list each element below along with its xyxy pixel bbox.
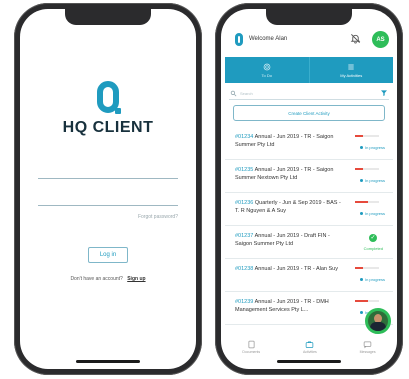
nav-messages[interactable]: Messages xyxy=(360,340,376,354)
progress-bar xyxy=(355,135,379,137)
progress-bar xyxy=(355,168,379,170)
activity-code: #01239 xyxy=(235,299,254,305)
target-icon xyxy=(263,63,271,70)
activity-code: #01238 xyxy=(235,266,254,272)
activity-code: #01234 xyxy=(235,134,254,140)
nav-documents[interactable]: Documents xyxy=(242,340,260,354)
list-item[interactable]: #01238 Annual - Jun 2019 - TR - Alan Suy… xyxy=(225,259,393,292)
status-label: In progress xyxy=(364,277,385,282)
progress-fill xyxy=(355,267,364,269)
activity-code: #01237 xyxy=(235,233,254,239)
signup-link[interactable]: Sign up xyxy=(127,276,145,282)
username-field[interactable] xyxy=(38,167,178,179)
progress-fill xyxy=(355,300,369,302)
activities-screen: Welcome Alan AS To Do My Activities Sear… xyxy=(221,9,397,369)
nav-label: Activities xyxy=(302,350,317,354)
tab-label: My Activities xyxy=(340,72,363,78)
tab-label: To Do xyxy=(261,72,272,78)
activity-title: #01236 Quarterly - Jun & Sep 2019 - BAS … xyxy=(235,200,343,215)
activity-text: Annual - Jun 2019 - TR - Alan Suy xyxy=(254,266,338,272)
status-dot-icon xyxy=(359,179,363,182)
list-item[interactable]: #01234 Annual - Jun 2019 - TR - Saigon S… xyxy=(225,127,393,160)
activity-title: #01234 Annual - Jun 2019 - TR - Saigon S… xyxy=(235,134,343,149)
user-avatar[interactable]: AS xyxy=(372,31,389,48)
nav-activities[interactable]: Activities xyxy=(303,340,317,354)
brand-title: HQ CLIENT xyxy=(62,119,154,136)
phone-notch xyxy=(65,9,151,25)
login-screen: HQ CLIENT Forgot password? Log in Don't … xyxy=(20,9,196,369)
search-icon xyxy=(230,90,237,97)
activity-list: #01234 Annual - Jun 2019 - TR - Saigon S… xyxy=(225,127,393,325)
message-icon xyxy=(363,341,372,349)
status-badge: In progress xyxy=(359,178,385,183)
phone-notch xyxy=(266,9,352,25)
tab-bar: To Do My Activities xyxy=(225,57,393,83)
login-button[interactable]: Log in xyxy=(88,247,128,263)
welcome-text: Welcome Alan xyxy=(249,36,288,42)
status-badge: In progress xyxy=(359,277,385,282)
signup-prompt: Don't have an account? xyxy=(70,276,123,282)
list-item[interactable]: #01236 Quarterly - Jun & Sep 2019 - BAS … xyxy=(225,193,393,226)
progress-fill xyxy=(355,135,364,137)
filter-icon[interactable] xyxy=(380,89,388,97)
activity-title: #01235 Annual - Jun 2019 - TR - Saigon S… xyxy=(235,167,343,182)
forgot-password-link[interactable]: Forgot password? xyxy=(138,214,178,220)
nav-label: Documents xyxy=(242,350,261,354)
list-item[interactable]: #01235 Annual - Jun 2019 - TR - Saigon S… xyxy=(225,160,393,193)
status-dot-icon xyxy=(359,212,363,215)
top-bar: Welcome Alan AS xyxy=(221,25,397,53)
activity-title: #01238 Annual - Jun 2019 - TR - Alan Suy xyxy=(235,266,343,274)
status-dot-icon xyxy=(359,311,363,314)
tab-my-activities[interactable]: My Activities xyxy=(308,57,393,83)
brand-logo-icon xyxy=(97,81,121,114)
progress-fill xyxy=(355,168,364,170)
status-label: In progress xyxy=(364,145,385,150)
status-label: In progress xyxy=(364,211,385,216)
phone-activities: Welcome Alan AS To Do My Activities Sear… xyxy=(215,3,403,375)
activity-code: #01236 xyxy=(235,200,254,206)
brand-logo-icon xyxy=(235,33,243,46)
bottom-nav: Documents Activities Messages xyxy=(221,337,397,357)
activity-title: #01237 Annual - Jun 2019 - Draft FIN - S… xyxy=(235,233,343,248)
status-badge: In progress xyxy=(359,145,385,150)
showcase: HQ CLIENT Forgot password? Log in Don't … xyxy=(0,0,409,379)
progress-bar xyxy=(355,201,379,203)
create-activity-button[interactable]: Create Client Activity xyxy=(233,105,385,121)
list-item[interactable]: #01237 Annual - Jun 2019 - Draft FIN - S… xyxy=(225,226,393,259)
home-indicator xyxy=(76,360,140,363)
password-field[interactable] xyxy=(38,194,178,206)
progress-fill xyxy=(355,201,369,203)
notification-bell-icon[interactable] xyxy=(350,33,361,44)
completed-check-icon: ✓ xyxy=(369,234,377,242)
signup-row: Don't have an account? Sign up xyxy=(20,276,196,282)
tab-to-do[interactable]: To Do xyxy=(225,57,309,83)
home-indicator xyxy=(277,360,341,363)
search-placeholder: Search xyxy=(240,91,253,96)
list-icon xyxy=(348,64,354,69)
status-badge: In progress xyxy=(359,211,385,216)
activity-title: #01239 Annual - Jun 2019 - TR - DMH Mana… xyxy=(235,299,343,314)
progress-bar xyxy=(355,267,379,269)
nav-label: Messages xyxy=(359,350,376,354)
support-avatar-button[interactable] xyxy=(365,308,391,334)
person-body xyxy=(370,322,386,331)
search-bar[interactable]: Search xyxy=(229,88,389,100)
document-icon xyxy=(248,340,255,349)
progress-bar xyxy=(355,300,379,302)
activity-code: #01235 xyxy=(235,167,254,173)
status-badge: Completed xyxy=(364,246,383,251)
status-label: In progress xyxy=(364,178,385,183)
briefcase-icon xyxy=(306,341,314,348)
status-label: Completed xyxy=(363,246,383,251)
status-dot-icon xyxy=(359,146,363,149)
status-dot-icon xyxy=(359,278,363,281)
phone-login: HQ CLIENT Forgot password? Log in Don't … xyxy=(14,3,202,375)
